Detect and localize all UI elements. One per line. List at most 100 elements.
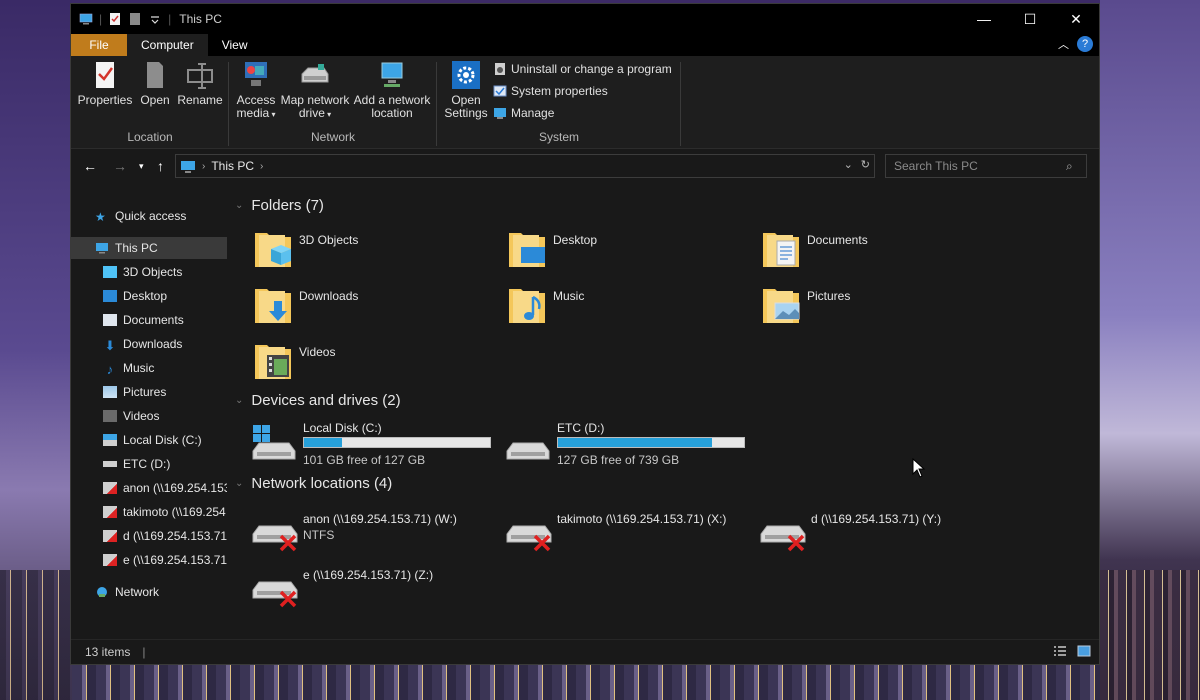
folder-videos[interactable]: Videos bbox=[253, 339, 335, 383]
add-network-location-icon bbox=[381, 62, 403, 87]
nav-desktop[interactable]: Desktop bbox=[71, 285, 227, 307]
properties-button[interactable]: Properties bbox=[77, 60, 133, 107]
add-network-location-button[interactable]: Add a network location bbox=[351, 60, 433, 120]
collapse-chevron-icon[interactable]: ⌄ bbox=[235, 478, 243, 489]
system-properties-button[interactable]: System properties bbox=[493, 84, 608, 98]
tab-view[interactable]: View bbox=[208, 34, 262, 56]
open-settings-label-1: Open bbox=[451, 93, 481, 107]
nav-network-drive-z[interactable]: e (\\169.254.153.71) bbox=[71, 549, 227, 571]
tab-computer[interactable]: Computer bbox=[127, 34, 208, 56]
back-arrow-icon[interactable]: ← bbox=[83, 158, 97, 174]
customize-qa-chevron-icon[interactable] bbox=[148, 13, 162, 25]
tab-file[interactable]: File bbox=[71, 34, 127, 56]
recent-locations-chevron-icon[interactable]: ▾ bbox=[139, 161, 144, 172]
folder-music[interactable]: Music bbox=[507, 283, 584, 327]
system-properties-icon bbox=[493, 85, 507, 97]
details-view-icon[interactable] bbox=[1053, 645, 1067, 657]
refresh-icon[interactable]: ↻ bbox=[861, 158, 870, 171]
this-pc-icon bbox=[96, 243, 108, 254]
nav-network-drive-x[interactable]: takimoto (\\169.254 bbox=[71, 501, 227, 523]
network-section-header[interactable]: ⌄ Network locations (4) bbox=[235, 475, 392, 492]
minimize-button[interactable]: — bbox=[961, 4, 1007, 34]
rename-button[interactable]: Rename bbox=[177, 60, 223, 107]
nav-etc-d[interactable]: ETC (D:) bbox=[71, 453, 227, 475]
folder-desktop[interactable]: Desktop bbox=[507, 227, 597, 271]
breadcrumb-separator-icon[interactable]: › bbox=[202, 161, 205, 172]
open-settings-button[interactable]: Open Settings bbox=[441, 60, 491, 120]
nav-this-pc[interactable]: This PC bbox=[71, 237, 227, 259]
up-arrow-icon[interactable]: ↑ bbox=[157, 158, 164, 174]
properties-icon bbox=[96, 62, 114, 88]
network-location-x[interactable]: takimoto (\\169.254.153.71) (X:) bbox=[505, 512, 755, 556]
nav-label: Downloads bbox=[123, 337, 183, 351]
qa-separator-2: | bbox=[168, 12, 172, 26]
download-arrow-icon: ⬇ bbox=[104, 338, 116, 353]
uninstall-icon bbox=[495, 63, 505, 75]
search-box[interactable]: ⌕ bbox=[885, 154, 1087, 178]
properties-check-icon[interactable] bbox=[108, 13, 122, 25]
open-button[interactable]: Open bbox=[137, 60, 173, 107]
large-icons-view-icon[interactable] bbox=[1077, 645, 1091, 657]
nav-network-drive-y[interactable]: d (\\169.254.153.71) bbox=[71, 525, 227, 547]
forward-arrow-icon[interactable]: → bbox=[113, 158, 127, 174]
collapse-chevron-icon[interactable]: ⌄ bbox=[235, 395, 243, 406]
drive-label: ETC (D:) bbox=[557, 421, 605, 435]
city-lights-bottom bbox=[72, 665, 1100, 700]
devices-section-header[interactable]: ⌄ Devices and drives (2) bbox=[235, 392, 401, 409]
uninstall-program-button[interactable]: Uninstall or change a program bbox=[493, 62, 672, 76]
disconnected-drive-icon bbox=[103, 482, 117, 494]
nav-3d-objects[interactable]: 3D Objects bbox=[71, 261, 227, 283]
drive-local-disk-c[interactable]: Local Disk (C:) 101 GB free of 127 GB bbox=[251, 421, 501, 469]
folder-downloads[interactable]: Downloads bbox=[253, 283, 358, 327]
nav-videos[interactable]: Videos bbox=[71, 405, 227, 427]
collapse-chevron-icon[interactable]: ⌄ bbox=[235, 200, 243, 211]
nav-local-disk-c[interactable]: Local Disk (C:) bbox=[71, 429, 227, 451]
nav-pictures[interactable]: Pictures bbox=[71, 381, 227, 403]
folder-label: 3D Objects bbox=[299, 233, 359, 247]
window-title: This PC bbox=[179, 12, 222, 26]
nav-quick-access[interactable]: ★ Quick access bbox=[71, 205, 227, 227]
item-count: 13 items bbox=[85, 645, 131, 659]
network-location-z[interactable]: e (\\169.254.153.71) (Z:) bbox=[251, 568, 501, 612]
content-pane: ⌄ Folders (7) 3D Objects Desktop Documen… bbox=[227, 189, 1099, 639]
access-media-button[interactable]: Access media ▾ bbox=[233, 60, 279, 121]
address-toolbar: ← → ▾ ↑ › This PC › ⌄ ↻ ⌕ bbox=[71, 149, 1099, 183]
nav-network[interactable]: Network bbox=[71, 581, 227, 603]
maximize-button[interactable]: ☐ bbox=[1007, 4, 1053, 34]
manage-button[interactable]: Manage bbox=[493, 106, 554, 120]
folder-documents[interactable]: Documents bbox=[761, 227, 868, 271]
folder-3d-objects[interactable]: 3D Objects bbox=[253, 227, 358, 271]
new-folder-icon[interactable] bbox=[128, 13, 142, 25]
address-dropdown-icon[interactable]: ⌄ bbox=[844, 158, 853, 171]
drive-etc-d[interactable]: ETC (D:) 127 GB free of 739 GB bbox=[505, 421, 755, 469]
search-icon[interactable]: ⌕ bbox=[1066, 159, 1073, 174]
this-pc-icon[interactable] bbox=[79, 13, 93, 25]
nav-downloads[interactable]: ⬇ Downloads bbox=[71, 333, 227, 355]
pictures-icon bbox=[103, 386, 117, 398]
nav-network-drive-w[interactable]: anon (\\169.254.153 bbox=[71, 477, 227, 499]
close-button[interactable]: ✕ bbox=[1053, 4, 1099, 34]
breadcrumb-chevron-icon[interactable]: › bbox=[260, 161, 263, 172]
ribbon: Properties Open Rename Location Access m… bbox=[71, 56, 1099, 149]
collapse-ribbon-icon[interactable]: ︿ bbox=[1058, 36, 1069, 52]
nav-label: e (\\169.254.153.71) bbox=[123, 553, 227, 567]
network-location-y[interactable]: d (\\169.254.153.71) (Y:) bbox=[759, 512, 1009, 556]
system-properties-label: System properties bbox=[511, 84, 608, 98]
help-icon[interactable]: ? bbox=[1077, 36, 1093, 52]
qa-separator: | bbox=[99, 12, 103, 26]
search-input[interactable] bbox=[892, 158, 1066, 174]
open-label: Open bbox=[140, 93, 170, 107]
group-location: Properties Open Rename Location bbox=[71, 56, 229, 148]
nav-music[interactable]: ♪ Music bbox=[71, 357, 227, 379]
folders-section-header[interactable]: ⌄ Folders (7) bbox=[235, 197, 324, 214]
nav-label: takimoto (\\169.254 bbox=[123, 505, 226, 519]
map-network-drive-button[interactable]: Map network drive ▾ bbox=[279, 60, 351, 121]
breadcrumb-this-pc[interactable]: This PC bbox=[211, 159, 254, 173]
city-lights-left bbox=[0, 570, 72, 700]
nav-label: Pictures bbox=[123, 385, 167, 399]
status-bar: 13 items | bbox=[71, 639, 1099, 664]
network-location-w[interactable]: anon (\\169.254.153.71) (W:) NTFS bbox=[251, 512, 501, 556]
nav-documents[interactable]: Documents bbox=[71, 309, 227, 331]
address-bar[interactable]: › This PC › ⌄ ↻ bbox=[175, 154, 875, 178]
folder-pictures[interactable]: Pictures bbox=[761, 283, 850, 327]
